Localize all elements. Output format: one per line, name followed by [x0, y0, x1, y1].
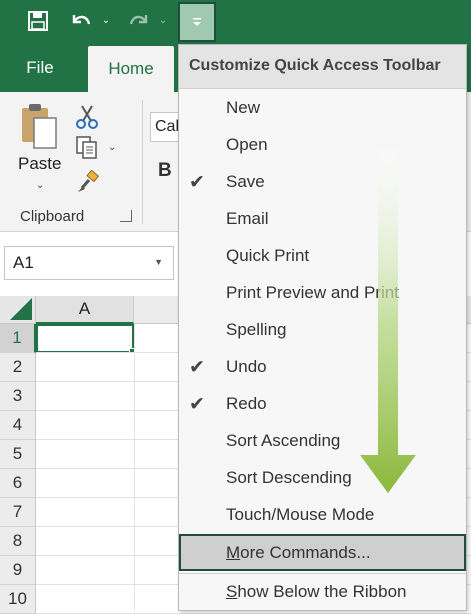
- name-box[interactable]: A1 ▼: [4, 246, 174, 280]
- checkmark-icon: ✔: [189, 172, 205, 193]
- format-painter-icon[interactable]: [76, 170, 100, 194]
- menu-item-sort-ascending[interactable]: Sort Ascending: [179, 422, 466, 459]
- menu-item-sort-descending[interactable]: Sort Descending: [179, 459, 466, 496]
- chevron-down-icon: ⌄: [101, 15, 111, 26]
- chevron-down-icon[interactable]: ▼: [154, 257, 163, 267]
- ribbon-divider: [142, 100, 143, 224]
- undo-button[interactable]: [66, 6, 96, 36]
- menu-item-label: Print Preview and Print: [226, 282, 399, 302]
- row-header[interactable]: 4: [0, 411, 36, 440]
- checkmark-icon: ✔: [189, 394, 205, 415]
- row-header[interactable]: 10: [0, 585, 36, 614]
- dialog-launcher-icon[interactable]: [120, 210, 132, 222]
- menu-item-new[interactable]: New: [179, 89, 466, 126]
- chevron-down-icon[interactable]: ⌄: [108, 142, 116, 153]
- tab-home[interactable]: Home: [88, 46, 174, 92]
- checkmark-icon: ✔: [189, 357, 205, 378]
- menu-item-spelling[interactable]: Spelling: [179, 311, 466, 348]
- menu-item-more-commands[interactable]: More Commands...: [179, 534, 466, 571]
- active-cell-a1[interactable]: [36, 324, 134, 353]
- select-all-triangle-icon: [10, 298, 32, 320]
- undo-dropdown-button[interactable]: ⌄: [99, 6, 113, 36]
- menu-item-undo[interactable]: ✔ Undo: [179, 348, 466, 385]
- menu-title: Customize Quick Access Toolbar: [179, 45, 466, 89]
- menu-item-open[interactable]: Open: [179, 126, 466, 163]
- select-all-button[interactable]: [0, 296, 36, 324]
- menu-item-email[interactable]: Email: [179, 200, 466, 237]
- menu-item-label: Open: [226, 134, 268, 154]
- tab-file[interactable]: File: [0, 44, 80, 92]
- customize-qat-button[interactable]: [178, 2, 216, 42]
- paste-button[interactable]: Paste: [18, 154, 61, 174]
- menu-item-print-preview-and-print[interactable]: Print Preview and Print: [179, 274, 466, 311]
- row-header[interactable]: 2: [0, 353, 36, 382]
- redo-button[interactable]: [124, 6, 154, 36]
- more-commands-accesskey: M: [226, 542, 241, 562]
- menu-item-label: Spelling: [226, 319, 287, 339]
- menu-item-label: Email: [226, 208, 269, 228]
- customize-qat-menu: Customize Quick Access Toolbar New Open ✔ S…: [178, 44, 467, 611]
- row-header[interactable]: 8: [0, 527, 36, 556]
- customize-dropdown-icon: [193, 18, 201, 26]
- row-header[interactable]: 3: [0, 382, 36, 411]
- scissors-icon[interactable]: [74, 104, 100, 130]
- menu-item-redo[interactable]: ✔ Redo: [179, 385, 466, 422]
- menu-item-label: Redo: [226, 393, 267, 413]
- chevron-down-icon[interactable]: ⌄: [36, 180, 44, 191]
- menu-item-label: Sort Ascending: [226, 430, 341, 450]
- row-header[interactable]: 5: [0, 440, 36, 469]
- row-header[interactable]: 7: [0, 498, 36, 527]
- clipboard-group-label: Clipboard: [20, 208, 85, 225]
- chevron-down-icon: ⌄: [158, 15, 168, 26]
- fill-handle[interactable]: [129, 348, 135, 354]
- save-button[interactable]: [24, 6, 52, 36]
- name-box-value: A1: [13, 253, 34, 272]
- menu-item-label: Sort Descending: [226, 467, 352, 487]
- title-bar: ⌄ ⌄: [0, 0, 471, 44]
- menu-item-label: Quick Print: [226, 245, 310, 265]
- redo-dropdown-button[interactable]: ⌄: [156, 6, 170, 36]
- menu-item-quick-print[interactable]: Quick Print: [179, 237, 466, 274]
- show-below-label: how Below the Ribbon: [237, 581, 407, 601]
- menu-item-save[interactable]: ✔ Save: [179, 163, 466, 200]
- menu-item-label: Touch/Mouse Mode: [226, 504, 375, 524]
- undo-icon: [72, 15, 91, 25]
- menu-item-label: New: [226, 97, 261, 117]
- menu-item-touch-mouse-mode[interactable]: Touch/Mouse Mode: [179, 496, 466, 533]
- menu-item-show-below-ribbon[interactable]: Show Below the Ribbon: [179, 573, 466, 610]
- column-header-a[interactable]: A: [36, 296, 134, 324]
- menu-item-label: Save: [226, 171, 265, 191]
- redo-icon: [129, 15, 148, 25]
- bold-button[interactable]: B: [158, 160, 172, 182]
- more-commands-label: ore Commands...: [240, 542, 371, 562]
- copy-icon[interactable]: [76, 136, 98, 160]
- row-header[interactable]: 6: [0, 469, 36, 498]
- paste-icon[interactable]: [20, 102, 60, 152]
- save-icon: [28, 11, 48, 31]
- row-header[interactable]: 9: [0, 556, 36, 585]
- show-below-accesskey: S: [226, 581, 238, 601]
- row-header[interactable]: 1: [0, 324, 36, 353]
- menu-item-label: Undo: [226, 356, 267, 376]
